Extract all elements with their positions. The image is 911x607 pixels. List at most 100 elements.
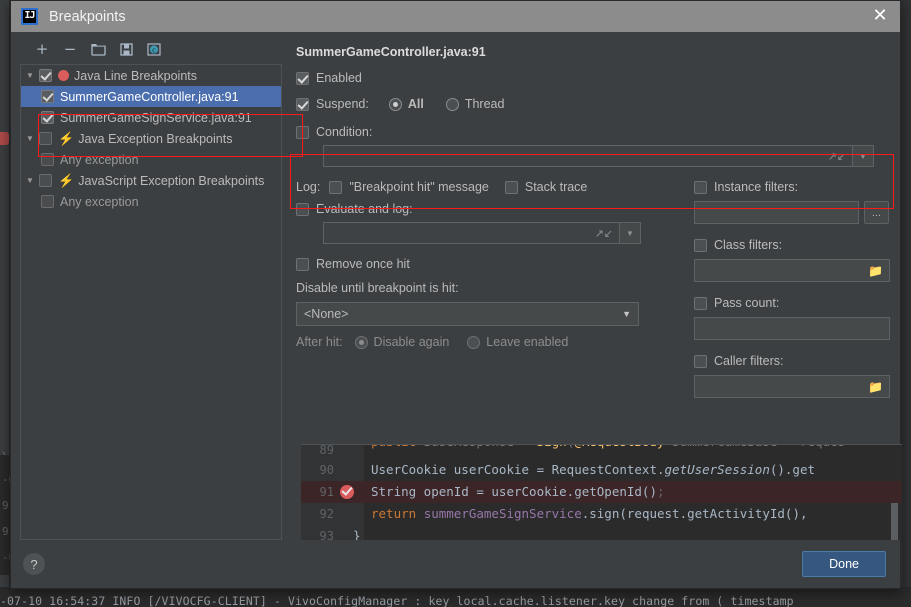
tree-node-java-line-breakpoints[interactable]: ▼ Java Line Breakpoints (21, 65, 281, 86)
after-hit-disable-again-radio[interactable] (354, 335, 368, 349)
options-columns: Log: "Breakpoint hit" message Stack trac… (296, 180, 890, 398)
instance-filters-input[interactable] (694, 201, 859, 224)
condition-label: Condition: (316, 125, 373, 139)
breakpoints-toolbar: + − c (20, 36, 282, 62)
suspend-thread-label: Thread (464, 97, 505, 111)
evaluate-and-log-input-row: ↗↙ ▼ (323, 222, 641, 244)
tree-item-summergamecontroller[interactable]: SummerGameController.java:91 (21, 86, 281, 107)
after-hit-row: After hit: Disable again Leave enabled (296, 335, 666, 349)
chevron-down-icon[interactable]: ▼ (21, 71, 39, 80)
instance-filters-checkbox[interactable] (694, 180, 707, 194)
after-hit-label: After hit: (296, 335, 343, 349)
condition-input[interactable]: ↗↙ (323, 145, 853, 167)
tree-item-label: SummerGameController.java:91 (60, 89, 239, 104)
enabled-checkbox[interactable] (296, 71, 309, 85)
tree-node-checkbox[interactable] (39, 174, 52, 187)
tree-node-label: JavaScript Exception Breakpoints (78, 173, 265, 188)
remove-once-hit-row: Remove once hit (296, 257, 666, 271)
evaluate-and-log-row: Evaluate and log: (296, 202, 666, 216)
pass-count-row: Pass count: (694, 296, 904, 310)
caller-filters-checkbox[interactable] (694, 354, 707, 368)
instance-filters-browse-button[interactable]: ... (864, 201, 889, 224)
breakpoints-tree[interactable]: ▼ Java Line Breakpoints SummerGameContro… (20, 64, 282, 540)
caller-filters-input[interactable]: 📁 (694, 375, 890, 398)
tree-item-any-exception-java[interactable]: Any exception (21, 149, 281, 170)
condition-checkbox[interactable] (296, 125, 309, 139)
remove-once-hit-checkbox[interactable] (296, 257, 309, 271)
suspend-label: Suspend: (316, 97, 369, 111)
caller-filters-row: Caller filters: (694, 354, 904, 368)
condition-row: Condition: (296, 125, 890, 139)
condition-history-dropdown[interactable]: ▼ (853, 145, 874, 167)
pass-count-label: Pass count: (714, 296, 780, 310)
tree-item-summergamesignservice[interactable]: SummerGameSignService.java:91 (21, 107, 281, 128)
breakpoint-icon[interactable] (340, 485, 354, 499)
code-line-90: 90 UserCookie userCookie = RequestContex… (301, 459, 902, 481)
help-question-icon[interactable]: ? (23, 553, 45, 575)
expand-editor-icon[interactable]: ↗↙ (595, 228, 613, 239)
tree-node-checkbox[interactable] (39, 132, 52, 145)
tree-item-checkbox[interactable] (41, 111, 54, 124)
folder-icon[interactable]: 📁 (868, 265, 883, 277)
folder-icon[interactable]: 📁 (868, 381, 883, 393)
suspend-thread-radio[interactable] (445, 97, 459, 111)
dialog-footer: ? Done (11, 540, 900, 588)
svg-text:c: c (152, 46, 156, 54)
code-line-91: 91 String openId = userCookie.getOpenId(… (301, 481, 902, 503)
code-line-text: public BaseResponse<> Sign(@RequestBody … (371, 445, 845, 448)
suspend-all-radio[interactable] (388, 97, 402, 111)
class-filters-row: Class filters: (694, 238, 904, 252)
enabled-row: Enabled (296, 71, 890, 85)
pass-count-checkbox[interactable] (694, 296, 707, 310)
breakpoint-hit-message-checkbox[interactable] (329, 180, 343, 194)
tree-item-checkbox[interactable] (41, 153, 54, 166)
breakpoints-left-panel: + − c ▼ Java Line Breakpoints SummerGame… (11, 36, 282, 540)
remove-breakpoint-button[interactable]: − (58, 38, 82, 60)
done-button[interactable]: Done (802, 551, 886, 577)
tree-node-checkbox[interactable] (39, 69, 52, 82)
close-icon[interactable]: ✕ (869, 6, 891, 28)
code-vertical-scrollbar[interactable] (891, 503, 898, 543)
minus-icon: − (63, 40, 77, 58)
evaluate-and-log-history-dropdown[interactable]: ▼ (620, 222, 641, 244)
tree-item-checkbox[interactable] (41, 90, 54, 103)
intellij-idea-logo-icon (21, 8, 38, 25)
plus-icon: + (35, 40, 49, 58)
stack-trace-label: Stack trace (524, 180, 588, 194)
code-line-number: 89 (319, 445, 334, 457)
class-breakpoint-button[interactable]: c (142, 38, 166, 60)
tree-node-label: Java Exception Breakpoints (78, 131, 233, 146)
add-breakpoint-button[interactable]: + (30, 38, 54, 60)
code-line-89: 89 public BaseResponse<> Sign(@RequestBo… (301, 445, 902, 459)
dialog-body: + − c ▼ Java Line Breakpoints SummerGame… (11, 32, 902, 585)
expand-editor-icon[interactable]: ↗↙ (828, 151, 846, 162)
after-hit-disable-again-label: Disable again (373, 335, 450, 349)
pass-count-input[interactable] (694, 317, 890, 340)
class-filters-input[interactable]: 📁 (694, 259, 890, 282)
ide-console-log-line: -07-10 16:54:37 INFO [/VIVOCFG-CLIENT] -… (0, 587, 911, 607)
code-line-number: 91 (319, 485, 334, 499)
evaluate-and-log-checkbox[interactable] (296, 202, 309, 216)
tree-item-label: Any exception (60, 152, 139, 167)
disable-until-dropdown[interactable]: <None> ▼ (296, 302, 639, 326)
condition-group: Condition: ↗↙ ▼ (296, 125, 890, 167)
chevron-down-icon: ▼ (859, 151, 867, 161)
save-breakpoints-button[interactable] (114, 38, 138, 60)
chevron-down-icon[interactable]: ▼ (21, 176, 39, 185)
after-hit-leave-enabled-radio[interactable] (467, 335, 481, 349)
remove-once-hit-label: Remove once hit (316, 257, 410, 271)
code-line-number: 92 (319, 507, 334, 521)
tree-item-checkbox[interactable] (41, 195, 54, 208)
tree-node-javascript-exception-breakpoints[interactable]: ▼ ⚡ JavaScript Exception Breakpoints (21, 170, 281, 191)
chevron-down-icon[interactable]: ▼ (21, 134, 39, 143)
class-filters-checkbox[interactable] (694, 238, 707, 252)
tree-node-java-exception-breakpoints[interactable]: ▼ ⚡ Java Exception Breakpoints (21, 128, 281, 149)
tree-item-any-exception-javascript[interactable]: Any exception (21, 191, 281, 212)
tree-item-label: Any exception (60, 194, 139, 209)
group-breakpoints-button[interactable] (86, 38, 110, 60)
evaluate-and-log-input[interactable]: ↗↙ (323, 222, 620, 244)
options-left-column: Log: "Breakpoint hit" message Stack trac… (296, 180, 666, 349)
stack-trace-checkbox[interactable] (504, 180, 518, 194)
red-dot-breakpoint-icon (58, 70, 69, 81)
suspend-checkbox[interactable] (296, 97, 309, 111)
